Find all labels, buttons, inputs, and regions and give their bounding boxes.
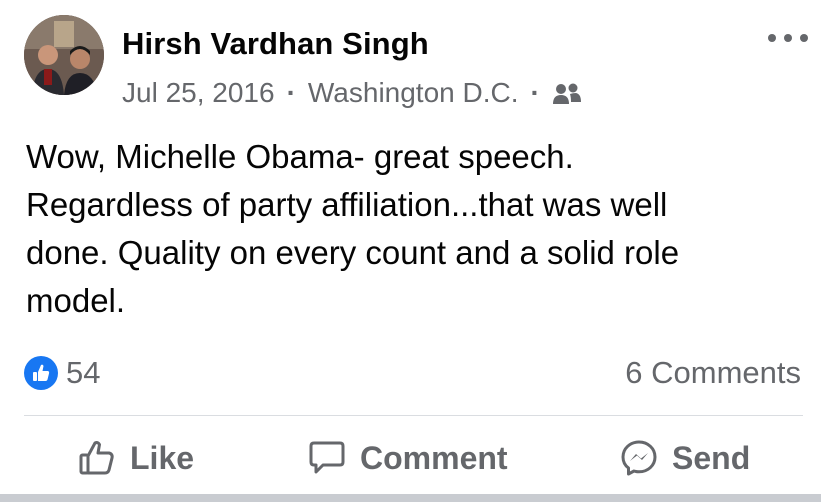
post-location[interactable]: Washington D.C. — [308, 77, 519, 109]
comment-label: Comment — [360, 439, 508, 476]
send-label: Send — [672, 439, 751, 476]
post-text: Wow, Michelle Obama- great speech. Regar… — [26, 138, 680, 319]
thumbs-up-icon — [79, 441, 114, 475]
dot-icon — [784, 34, 792, 42]
post-date[interactable]: Jul 25, 2016 — [122, 77, 275, 109]
dot-icon — [800, 34, 808, 42]
more-options-button[interactable] — [768, 28, 808, 48]
like-label: Like — [130, 439, 195, 476]
avatar-photo — [24, 15, 104, 95]
comment-bubble-icon — [309, 441, 345, 474]
reactions-summary[interactable]: 54 — [24, 355, 100, 391]
author-avatar[interactable] — [24, 15, 104, 95]
dot-icon — [768, 34, 776, 42]
reaction-count: 54 — [66, 355, 101, 390]
friends-icon[interactable] — [552, 81, 582, 105]
like-reaction-icon — [24, 356, 58, 390]
divider — [24, 415, 803, 416]
meta-separator: · — [530, 77, 540, 108]
like-button[interactable]: Like — [78, 432, 194, 484]
send-button[interactable]: Send — [620, 432, 750, 484]
meta-separator: · — [286, 77, 296, 108]
post-meta: Jul 25, 2016 · Washington D.C. · — [122, 77, 582, 109]
author-name[interactable]: Hirsh Vardhan Singh — [122, 26, 429, 62]
comments-count-link[interactable]: 6 Comments — [625, 355, 801, 391]
messenger-icon — [621, 440, 657, 476]
feed-post: Hirsh Vardhan Singh Jul 25, 2016 · Washi… — [0, 0, 821, 502]
post-separator-bar — [0, 494, 821, 502]
comment-button[interactable]: Comment — [308, 432, 508, 484]
